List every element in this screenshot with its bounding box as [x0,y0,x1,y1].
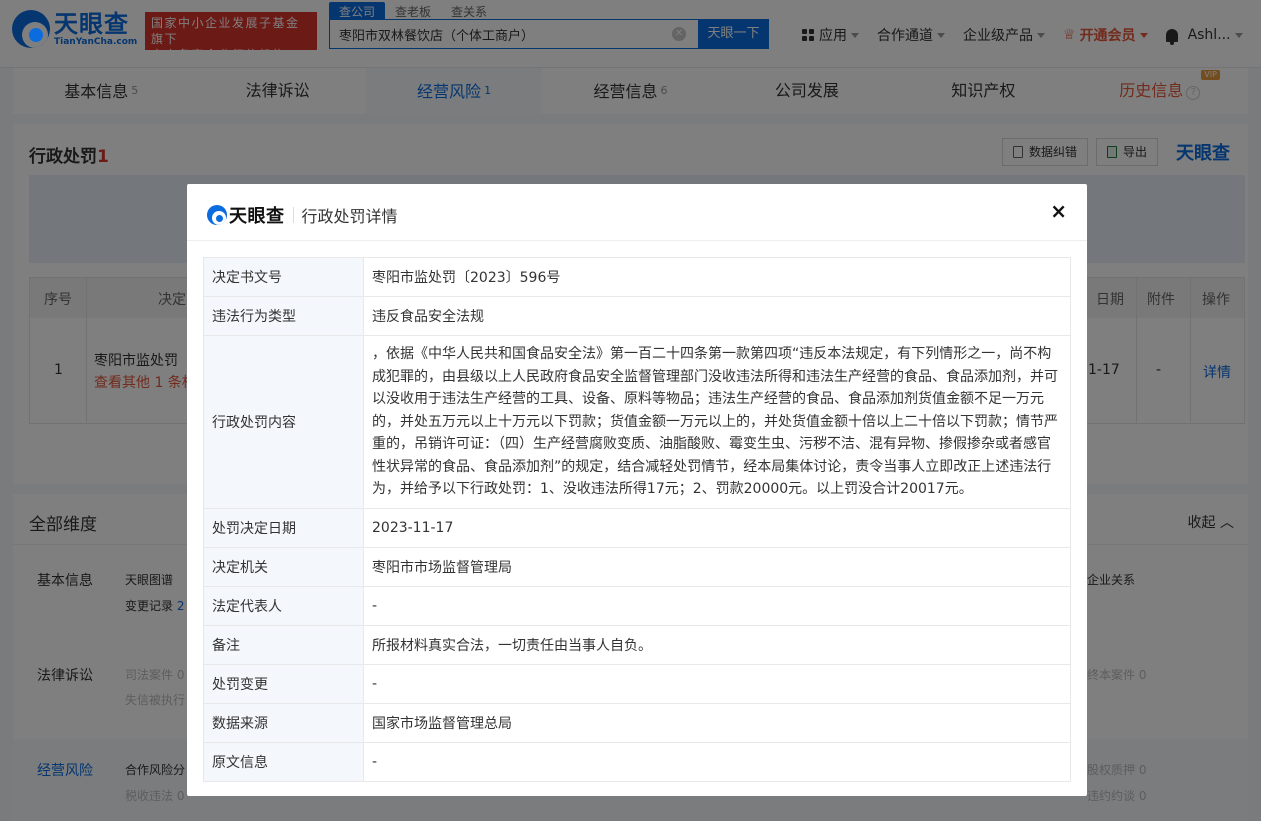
detail-row-penalty-content: 行政处罚内容 ，依据《中华人民共和国食品安全法》第一百二十四条第一款第四项“违反本… [203,335,1071,509]
field-value: - [363,585,1071,626]
detail-row-violation-type: 违法行为类型 违反食品安全法规 [203,296,1071,336]
field-key: 决定机关 [203,546,364,587]
detail-row-remark: 备注 所报材料真实合法，一切责任由当事人自负。 [203,624,1071,665]
modal-header: 天眼查 行政处罚详情 × [187,184,1087,241]
field-key: 处罚决定日期 [203,507,364,548]
field-value: 枣阳市监处罚〔2023〕596号 [363,257,1071,297]
field-value: 违反食品安全法规 [363,296,1071,336]
field-key: 备注 [203,624,364,665]
field-value: 2023-11-17 [363,507,1071,548]
field-value: - [363,741,1071,782]
detail-row-decision-date: 处罚决定日期 2023-11-17 [203,507,1071,548]
field-key: 法定代表人 [203,585,364,626]
field-value: 所报材料真实合法，一切责任由当事人自负。 [363,624,1071,665]
field-key: 原文信息 [203,741,364,782]
field-value: 枣阳市市场监督管理局 [363,546,1071,587]
eye-logo-icon [207,205,227,225]
modal-brand-text: 天眼查 [229,206,285,227]
field-value: 国家市场监督管理总局 [363,702,1071,743]
field-key: 违法行为类型 [203,296,364,336]
field-key: 处罚变更 [203,663,364,704]
detail-row-legal-rep: 法定代表人 - [203,585,1071,626]
detail-row-change: 处罚变更 - [203,663,1071,704]
field-value: - [363,663,1071,704]
detail-row-doc-no: 决定书文号 枣阳市监处罚〔2023〕596号 [203,257,1071,297]
penalty-detail-modal: 天眼查 行政处罚详情 × 决定书文号 枣阳市监处罚〔2023〕596号 违法行为类… [187,184,1087,796]
detail-table: 决定书文号 枣阳市监处罚〔2023〕596号 违法行为类型 违反食品安全法规 行政处… [203,257,1071,782]
detail-row-original: 原文信息 - [203,741,1071,782]
close-icon[interactable]: × [1050,201,1067,221]
field-key: 数据来源 [203,702,364,743]
modal-title: 行政处罚详情 [301,207,398,226]
detail-row-authority: 决定机关 枣阳市市场监督管理局 [203,546,1071,587]
field-key: 决定书文号 [203,257,364,297]
field-key: 行政处罚内容 [203,335,364,509]
field-value: ，依据《中华人民共和国食品安全法》第一百二十四条第一款第四项“违反本法规定，有下… [363,335,1071,509]
modal-brand: 天眼查 行政处罚详情 [207,202,398,228]
detail-row-source: 数据来源 国家市场监督管理总局 [203,702,1071,743]
